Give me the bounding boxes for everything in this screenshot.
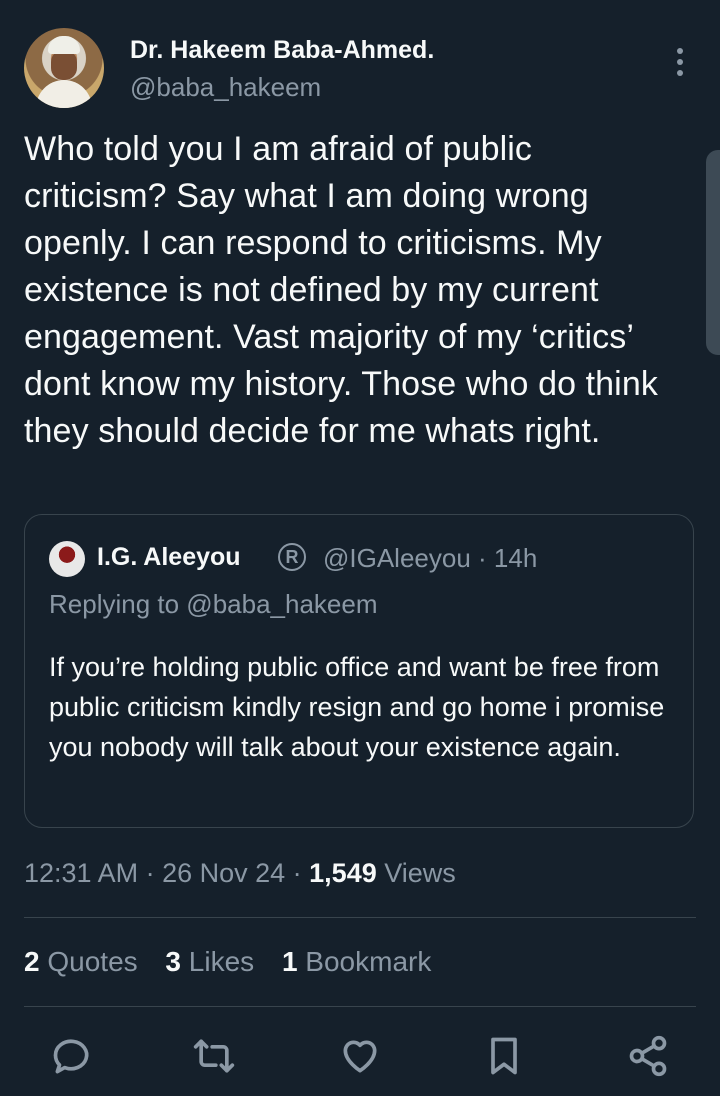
views-count: 1,549	[309, 858, 377, 888]
likes-stat[interactable]: 3 Likes	[165, 946, 254, 977]
engagement-stats: 2 Quotes 3 Likes 1 Bookmark	[24, 946, 451, 978]
more-icon[interactable]	[674, 48, 686, 80]
replying-to: Replying to @baba_hakeem	[49, 589, 378, 619]
quotes-stat[interactable]: 2 Quotes	[24, 946, 138, 977]
bookmarks-label: Bookmark	[305, 946, 432, 977]
bookmarks-count: 1	[281, 946, 298, 977]
scrollbar[interactable]	[706, 150, 720, 355]
quoted-text: If you’re holding public office and want…	[49, 652, 665, 762]
divider	[24, 917, 696, 918]
action-bar	[24, 1030, 696, 1086]
quoted-tweet[interactable]: I.G. Aleeyou R @IGAleeyou · 14h Replying…	[24, 514, 694, 828]
author-name[interactable]: Dr. Hakeem Baba-Ahmed.	[130, 36, 434, 65]
quotes-count: 2	[24, 946, 40, 977]
tweet-header: Dr. Hakeem Baba-Ahmed. @baba_hakeem	[24, 28, 696, 112]
retweet-icon[interactable]	[192, 1034, 236, 1078]
bookmark-icon[interactable]	[482, 1034, 526, 1078]
likes-count: 3	[165, 946, 181, 977]
reply-icon[interactable]	[50, 1034, 94, 1078]
bookmarks-stat[interactable]: 1 Bookmark	[282, 946, 431, 977]
quoted-avatar	[49, 541, 85, 577]
quoted-handle-time: @IGAleeyou · 14h	[323, 543, 538, 573]
tweet-text: Who told you I am afraid of public criti…	[24, 130, 658, 450]
share-icon[interactable]	[626, 1034, 670, 1078]
quotes-label: Quotes	[47, 946, 138, 977]
registered-badge-icon: R	[278, 543, 306, 571]
author-handle[interactable]: @baba_hakeem	[130, 72, 321, 103]
time-date: 12:31 AM · 26 Nov 24 ·	[24, 858, 310, 888]
likes-label: Likes	[188, 946, 255, 977]
tweet-meta: 12:31 AM · 26 Nov 24 · 1,549 Views	[24, 858, 456, 889]
quoted-author-name: I.G. Aleeyou	[97, 543, 241, 571]
divider	[24, 1006, 696, 1007]
views-label: Views	[384, 858, 456, 888]
like-icon[interactable]	[338, 1034, 382, 1078]
author-avatar[interactable]	[24, 28, 104, 108]
